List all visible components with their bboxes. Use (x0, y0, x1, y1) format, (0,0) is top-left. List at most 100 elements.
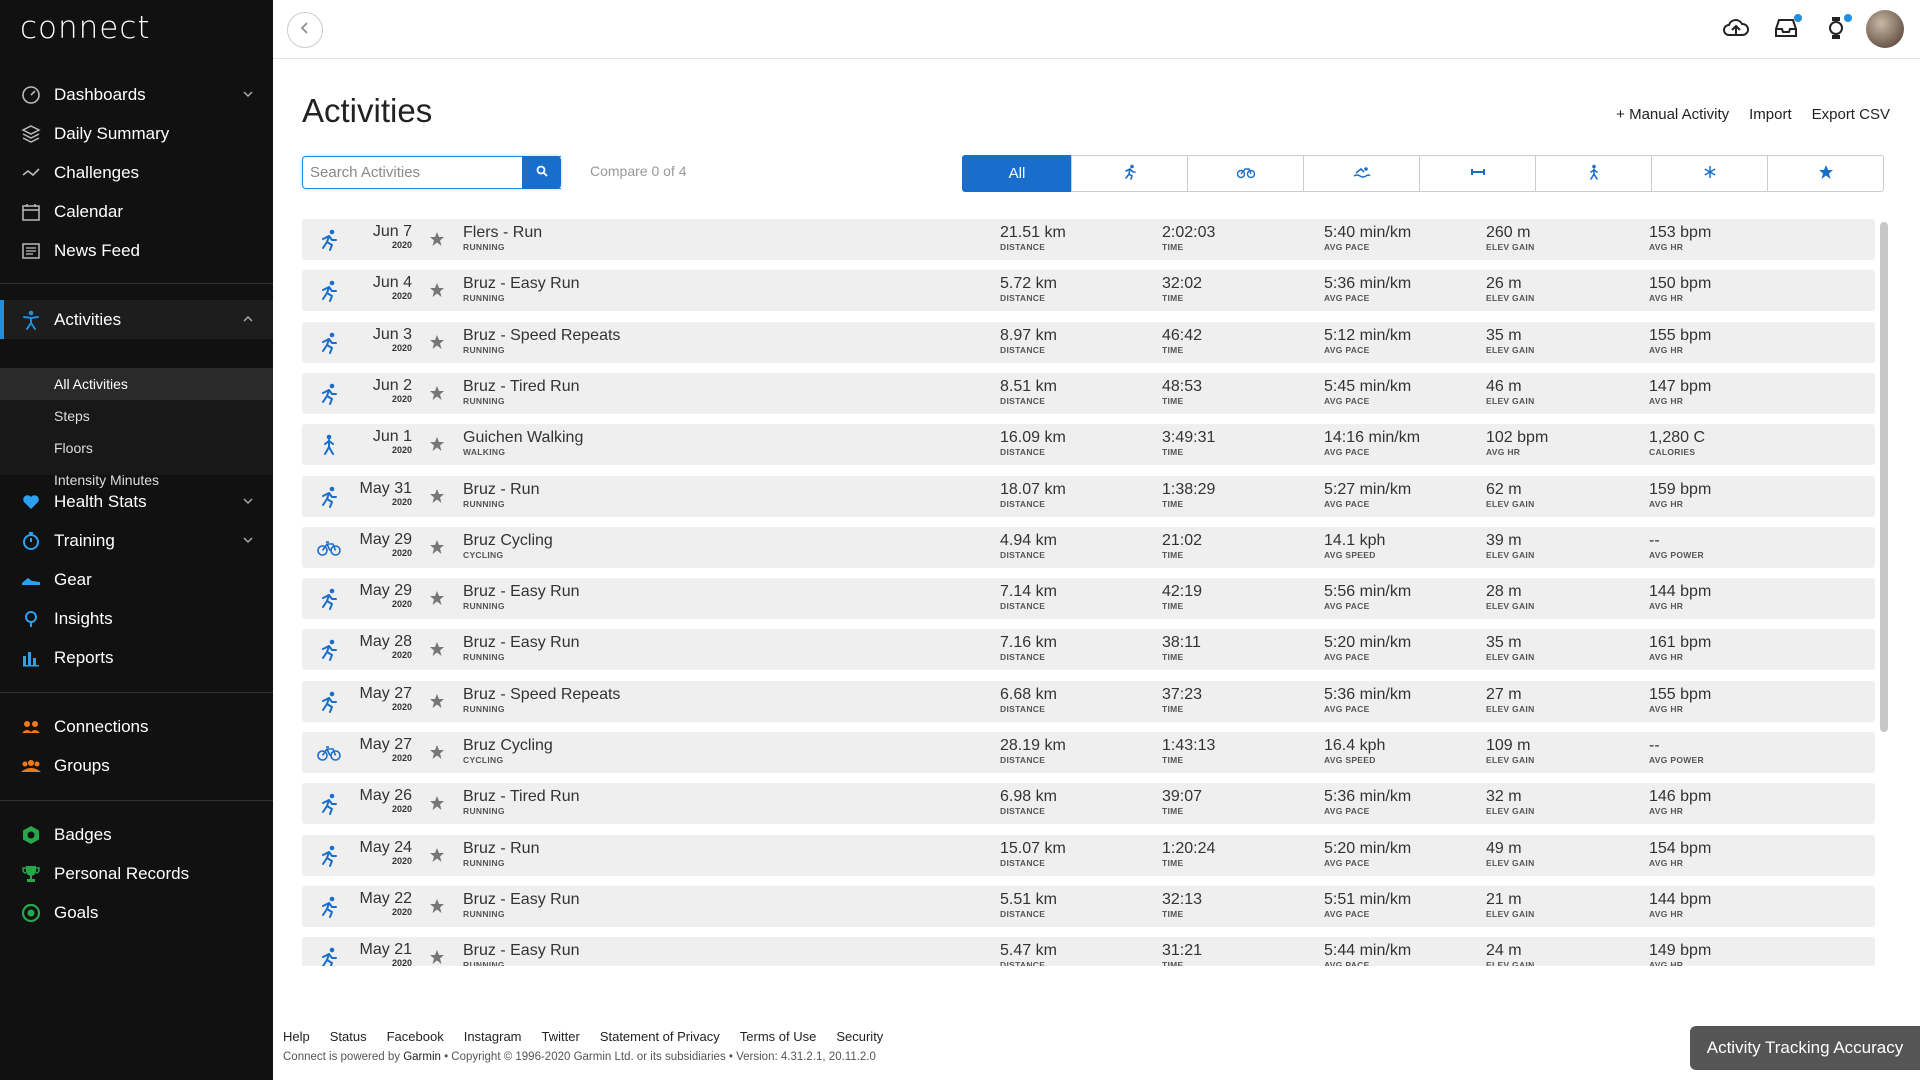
compare-label[interactable]: Compare 0 of 4 (590, 163, 687, 179)
export-csv-link[interactable]: Export CSV (1812, 106, 1890, 123)
star-icon[interactable] (429, 744, 445, 760)
nav-item-dashboards[interactable]: Dashboards (0, 75, 273, 114)
footer-link-privacy[interactable]: Statement of Privacy (600, 1029, 720, 1044)
sub-item-floors[interactable]: Floors (0, 432, 273, 464)
footer-link-facebook[interactable]: Facebook (387, 1029, 444, 1044)
stat-label: AVG HR (1649, 498, 1684, 509)
activity-row[interactable]: Jun 7 2020 Flers - Run RUNNING 21.51 km DISTA… (302, 219, 1875, 260)
filter-cycling[interactable] (1187, 155, 1304, 192)
inbox-button[interactable] (1772, 14, 1802, 44)
activity-row[interactable]: May 21 2020 Bruz - Easy Run RUNNING 5.47 km D… (302, 937, 1875, 966)
scrollbar[interactable] (1880, 222, 1888, 732)
activity-title-link[interactable]: Bruz - Run (463, 481, 539, 499)
filter-strength[interactable] (1419, 155, 1536, 192)
footer-link-help[interactable]: Help (283, 1029, 310, 1044)
nav-item-badges[interactable]: Badges (0, 815, 273, 854)
manual-activity-link[interactable]: + Manual Activity (1616, 106, 1729, 123)
nav-item-challenges[interactable]: Challenges (0, 153, 273, 192)
activity-row[interactable]: May 29 2020 Bruz - Easy Run RUNNING 7.14 km D… (302, 578, 1875, 620)
nav-item-insights[interactable]: Insights (0, 599, 273, 638)
activity-title-link[interactable]: Guichen Walking (463, 429, 583, 447)
activity-row[interactable]: Jun 2 2020 Bruz - Tired Run RUNNING 8.51 km D… (302, 372, 1875, 414)
activity-date-day: May 31 (359, 479, 412, 497)
activity-stat: 46 m ELEV GAIN (1486, 378, 1535, 406)
star-icon[interactable] (429, 898, 445, 914)
activity-title-link[interactable]: Bruz - Tired Run (463, 788, 579, 806)
activity-title-link[interactable]: Bruz - Easy Run (463, 634, 579, 652)
activity-title-link[interactable]: Bruz - Speed Repeats (463, 327, 620, 345)
star-icon[interactable] (429, 385, 445, 401)
star-icon[interactable] (429, 231, 445, 247)
filter-walking[interactable] (1535, 155, 1652, 192)
import-link[interactable]: Import (1749, 106, 1792, 123)
star-icon[interactable] (429, 539, 445, 555)
filter-swimming[interactable] (1303, 155, 1420, 192)
nav-item-calendar[interactable]: Calendar (0, 192, 273, 231)
search-button[interactable] (522, 156, 561, 189)
star-icon[interactable] (429, 282, 445, 298)
activity-title-link[interactable]: Bruz Cycling (463, 737, 553, 755)
nav-item-training[interactable]: Training (0, 521, 273, 560)
activity-stat: 154 bpm AVG HR (1649, 840, 1711, 868)
activity-row[interactable]: Jun 3 2020 Bruz - Speed Repeats RUNNING 8.97… (302, 321, 1875, 363)
activity-row[interactable]: May 26 2020 Bruz - Tired Run RUNNING 6.98 km… (302, 783, 1875, 825)
footer-link-instagram[interactable]: Instagram (464, 1029, 522, 1044)
activity-row[interactable]: Jun 4 2020 Bruz - Easy Run RUNNING 5.72 km DI… (302, 270, 1875, 312)
activity-title-link[interactable]: Bruz - Run (463, 840, 539, 858)
nav-item-daily-summary[interactable]: Daily Summary (0, 114, 273, 153)
star-icon[interactable] (429, 847, 445, 863)
activity-row[interactable]: May 31 2020 Bruz - Run RUNNING 18.07 km DISTA… (302, 475, 1875, 517)
activity-row[interactable]: May 22 2020 Bruz - Easy Run RUNNING 5.51 km D… (302, 885, 1875, 927)
activity-date-year: 2020 (391, 547, 412, 558)
star-icon[interactable] (429, 949, 445, 965)
star-icon[interactable] (429, 436, 445, 452)
star-icon[interactable] (429, 641, 445, 657)
back-button[interactable] (287, 12, 323, 48)
device-button[interactable] (1822, 14, 1852, 44)
nav-item-reports[interactable]: Reports (0, 638, 273, 677)
filter-all[interactable]: All (962, 155, 1072, 192)
activity-tracking-accuracy-button[interactable]: Activity Tracking Accuracy (1690, 1026, 1920, 1070)
activity-title-link[interactable]: Flers - Run (463, 224, 542, 242)
nav-item-connections[interactable]: Connections (0, 707, 273, 746)
filter-favorites[interactable] (1767, 155, 1884, 192)
activity-title-link[interactable]: Bruz - Easy Run (463, 891, 579, 909)
stat-label: TIME (1162, 755, 1184, 765)
activity-title-link[interactable]: Bruz - Easy Run (463, 275, 579, 293)
star-icon[interactable] (429, 334, 445, 350)
footer-link-security[interactable]: Security (836, 1029, 883, 1044)
garmin-link[interactable]: Garmin (403, 1051, 441, 1063)
footer-link-terms[interactable]: Terms of Use (740, 1029, 817, 1044)
nav-item-health-stats[interactable]: Health Stats (0, 482, 273, 521)
activity-title-link[interactable]: Bruz - Easy Run (463, 583, 579, 601)
app-logo[interactable]: connect (20, 10, 151, 46)
star-icon[interactable] (429, 590, 445, 606)
nav-item-activities[interactable]: Activities (0, 300, 273, 339)
nav-item-goals[interactable]: Goals (0, 893, 273, 932)
activity-row[interactable]: Jun 1 2020 Guichen Walking WALKING 16.09 km D… (302, 424, 1875, 466)
sub-item-steps[interactable]: Steps (0, 400, 273, 432)
activity-row[interactable]: May 27 2020 Bruz Cycling CYCLING 28.19 km DIS… (302, 732, 1875, 773)
sync-button[interactable] (1722, 16, 1750, 44)
filter-winter-sports[interactable] (1651, 155, 1768, 192)
footer-link-twitter[interactable]: Twitter (542, 1029, 580, 1044)
activity-row[interactable]: May 29 2020 Bruz Cycling CYCLING 4.94 km DIST… (302, 526, 1875, 568)
activity-title-link[interactable]: Bruz Cycling (463, 532, 553, 550)
footer-link-status[interactable]: Status (330, 1029, 367, 1044)
star-icon[interactable] (429, 795, 445, 811)
activity-title-link[interactable]: Bruz - Easy Run (463, 942, 579, 960)
star-icon[interactable] (429, 488, 445, 504)
nav-item-personal-records[interactable]: Personal Records (0, 854, 273, 893)
nav-item-gear[interactable]: Gear (0, 560, 273, 599)
activity-title-link[interactable]: Bruz - Tired Run (463, 378, 579, 396)
nav-item-news-feed[interactable]: News Feed (0, 231, 273, 270)
filter-running[interactable] (1071, 155, 1188, 192)
avatar[interactable] (1866, 10, 1904, 48)
star-icon[interactable] (429, 693, 445, 709)
sub-item-all-activities[interactable]: All Activities (0, 368, 273, 400)
activity-row[interactable]: May 28 2020 Bruz - Easy Run RUNNING 7.16 km D… (302, 629, 1875, 671)
activity-title-link[interactable]: Bruz - Speed Repeats (463, 686, 620, 704)
nav-item-groups[interactable]: Groups (0, 746, 273, 785)
activity-row[interactable]: May 24 2020 Bruz - Run RUNNING 15.07 km DISTA… (302, 834, 1875, 876)
activity-row[interactable]: May 27 2020 Bruz - Speed Repeats RUNNING 6.6… (302, 680, 1875, 722)
